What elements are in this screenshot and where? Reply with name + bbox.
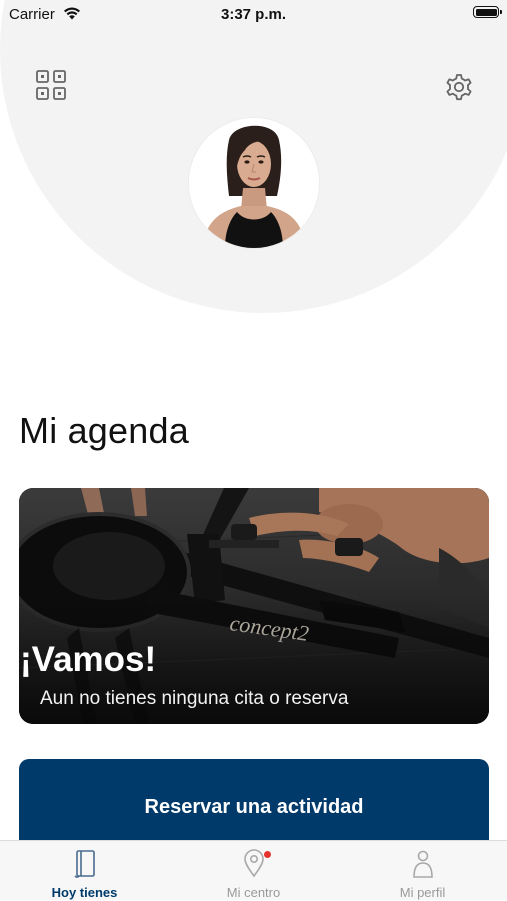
tab-bar: Hoy tienes Mi centro Mi perfil xyxy=(0,840,507,900)
tab-hoy-tienes[interactable]: Hoy tienes xyxy=(0,841,169,901)
tab-mi-centro-label: Mi centro xyxy=(226,885,281,900)
avatar[interactable] xyxy=(189,118,319,248)
person-icon xyxy=(338,849,507,884)
status-clock: 3:37 p.m. xyxy=(220,6,287,23)
tab-mi-perfil-label: Mi perfil xyxy=(399,885,446,900)
notebook-icon xyxy=(0,849,169,884)
tab-hoy-tienes-label: Hoy tienes xyxy=(51,885,118,900)
battery-icon xyxy=(473,6,502,18)
status-bar: Carrier 3:37 p.m. xyxy=(0,0,507,30)
qr-code-icon xyxy=(36,70,66,100)
avatar-photo xyxy=(189,118,319,248)
tab-mi-centro[interactable]: Mi centro xyxy=(169,841,338,901)
agenda-card-title: ¡Vamos! xyxy=(20,640,157,679)
location-pin-icon xyxy=(169,849,338,884)
notification-badge xyxy=(264,851,271,858)
book-activity-label: Reservar una actividad xyxy=(144,796,364,818)
agenda-card-subtitle: Aun no tienes ninguna cita o reserva xyxy=(40,688,349,709)
gear-icon xyxy=(446,74,472,101)
page-title: Mi agenda xyxy=(19,410,189,451)
settings-button[interactable] xyxy=(442,70,476,104)
qr-code-button[interactable] xyxy=(34,68,68,102)
tab-mi-perfil[interactable]: Mi perfil xyxy=(338,841,507,901)
